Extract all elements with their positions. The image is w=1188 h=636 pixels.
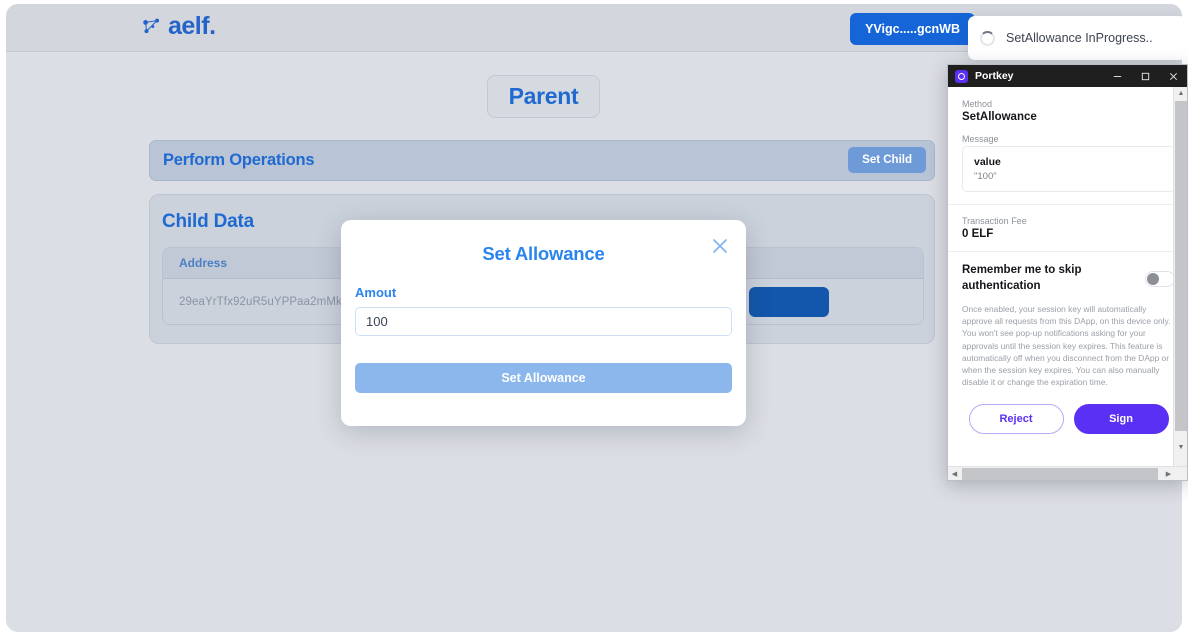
portkey-content: Method SetAllowance Message value "100" … — [948, 87, 1187, 468]
message-value: "100" — [974, 171, 997, 182]
horizontal-scroll-thumb[interactable] — [962, 468, 1158, 480]
vertical-scrollbar[interactable]: ▲ ▼ — [1173, 87, 1187, 468]
maximize-icon[interactable] — [1131, 65, 1159, 87]
role-badge-parent[interactable]: Parent — [487, 75, 600, 118]
perform-operations-title: Perform Operations — [163, 151, 315, 169]
aelf-logo-icon — [141, 16, 163, 38]
amount-field-label: Amout — [355, 285, 397, 300]
toast-message: SetAllowance InProgress.. — [1006, 31, 1153, 45]
amount-input[interactable] — [355, 307, 732, 336]
close-icon[interactable] — [709, 235, 731, 257]
wallet-address-button[interactable]: YVigc.....gcnWB — [850, 13, 975, 45]
skip-auth-toggle[interactable] — [1145, 270, 1175, 287]
method-value: SetAllowance — [962, 111, 1037, 123]
table-header-address: Address — [179, 256, 228, 270]
brand-logo[interactable]: aelf. — [141, 14, 216, 39]
child-data-title: Child Data — [162, 211, 254, 232]
transaction-fee-label: Transaction Fee — [962, 216, 1027, 226]
message-label: Message — [962, 134, 999, 144]
scroll-right-icon[interactable]: ▶ — [1162, 467, 1175, 481]
window-controls — [1103, 65, 1187, 87]
skip-auth-label: Remember me to skip authentication — [962, 264, 1082, 292]
portkey-icon — [955, 69, 968, 83]
vertical-scroll-thumb[interactable] — [1175, 101, 1187, 431]
divider — [948, 251, 1187, 252]
browser-page: aelf. YVigc.....gcnWB Parent Perform Ope… — [0, 0, 1188, 636]
scroll-left-icon[interactable]: ◀ — [948, 467, 961, 481]
portkey-titlebar[interactable]: Portkey — [948, 65, 1187, 87]
minimize-icon[interactable] — [1103, 65, 1131, 87]
set-child-button[interactable]: Set Child — [848, 147, 926, 173]
portkey-actions: Reject Sign — [962, 404, 1175, 435]
row-action-button[interactable] — [749, 287, 829, 317]
spinner-icon — [980, 30, 995, 46]
brand-name: aelf. — [168, 12, 216, 40]
message-box: value "100" — [962, 146, 1175, 192]
scroll-down-icon[interactable]: ▼ — [1174, 441, 1187, 454]
method-label: Method — [962, 99, 993, 109]
portkey-window-title: Portkey — [975, 70, 1014, 82]
transaction-fee-value: 0 ELF — [962, 228, 994, 240]
reject-button[interactable]: Reject — [968, 404, 1064, 435]
horizontal-scrollbar[interactable]: ◀ ▶ — [948, 466, 1187, 481]
toggle-knob — [1147, 272, 1159, 285]
perform-operations-bar: Perform Operations Set Child — [149, 140, 935, 181]
message-key: value — [974, 156, 1001, 168]
divider — [948, 204, 1187, 205]
sign-button[interactable]: Sign — [1073, 404, 1169, 435]
portkey-window: Portkey Method SetAllowance Message valu… — [947, 64, 1188, 481]
skip-auth-row: Remember me to skip authentication — [962, 263, 1175, 294]
skip-auth-note: Once enabled, your session key will auto… — [962, 304, 1171, 388]
close-icon[interactable] — [1159, 65, 1187, 87]
status-toast: SetAllowance InProgress.. — [968, 16, 1182, 60]
modal-title: Set Allowance — [482, 243, 605, 264]
set-allowance-submit-button[interactable]: Set Allowance — [355, 363, 732, 393]
scroll-up-icon[interactable]: ▲ — [1174, 87, 1187, 100]
set-allowance-modal: Set Allowance Amout Set Allowance — [341, 220, 746, 426]
